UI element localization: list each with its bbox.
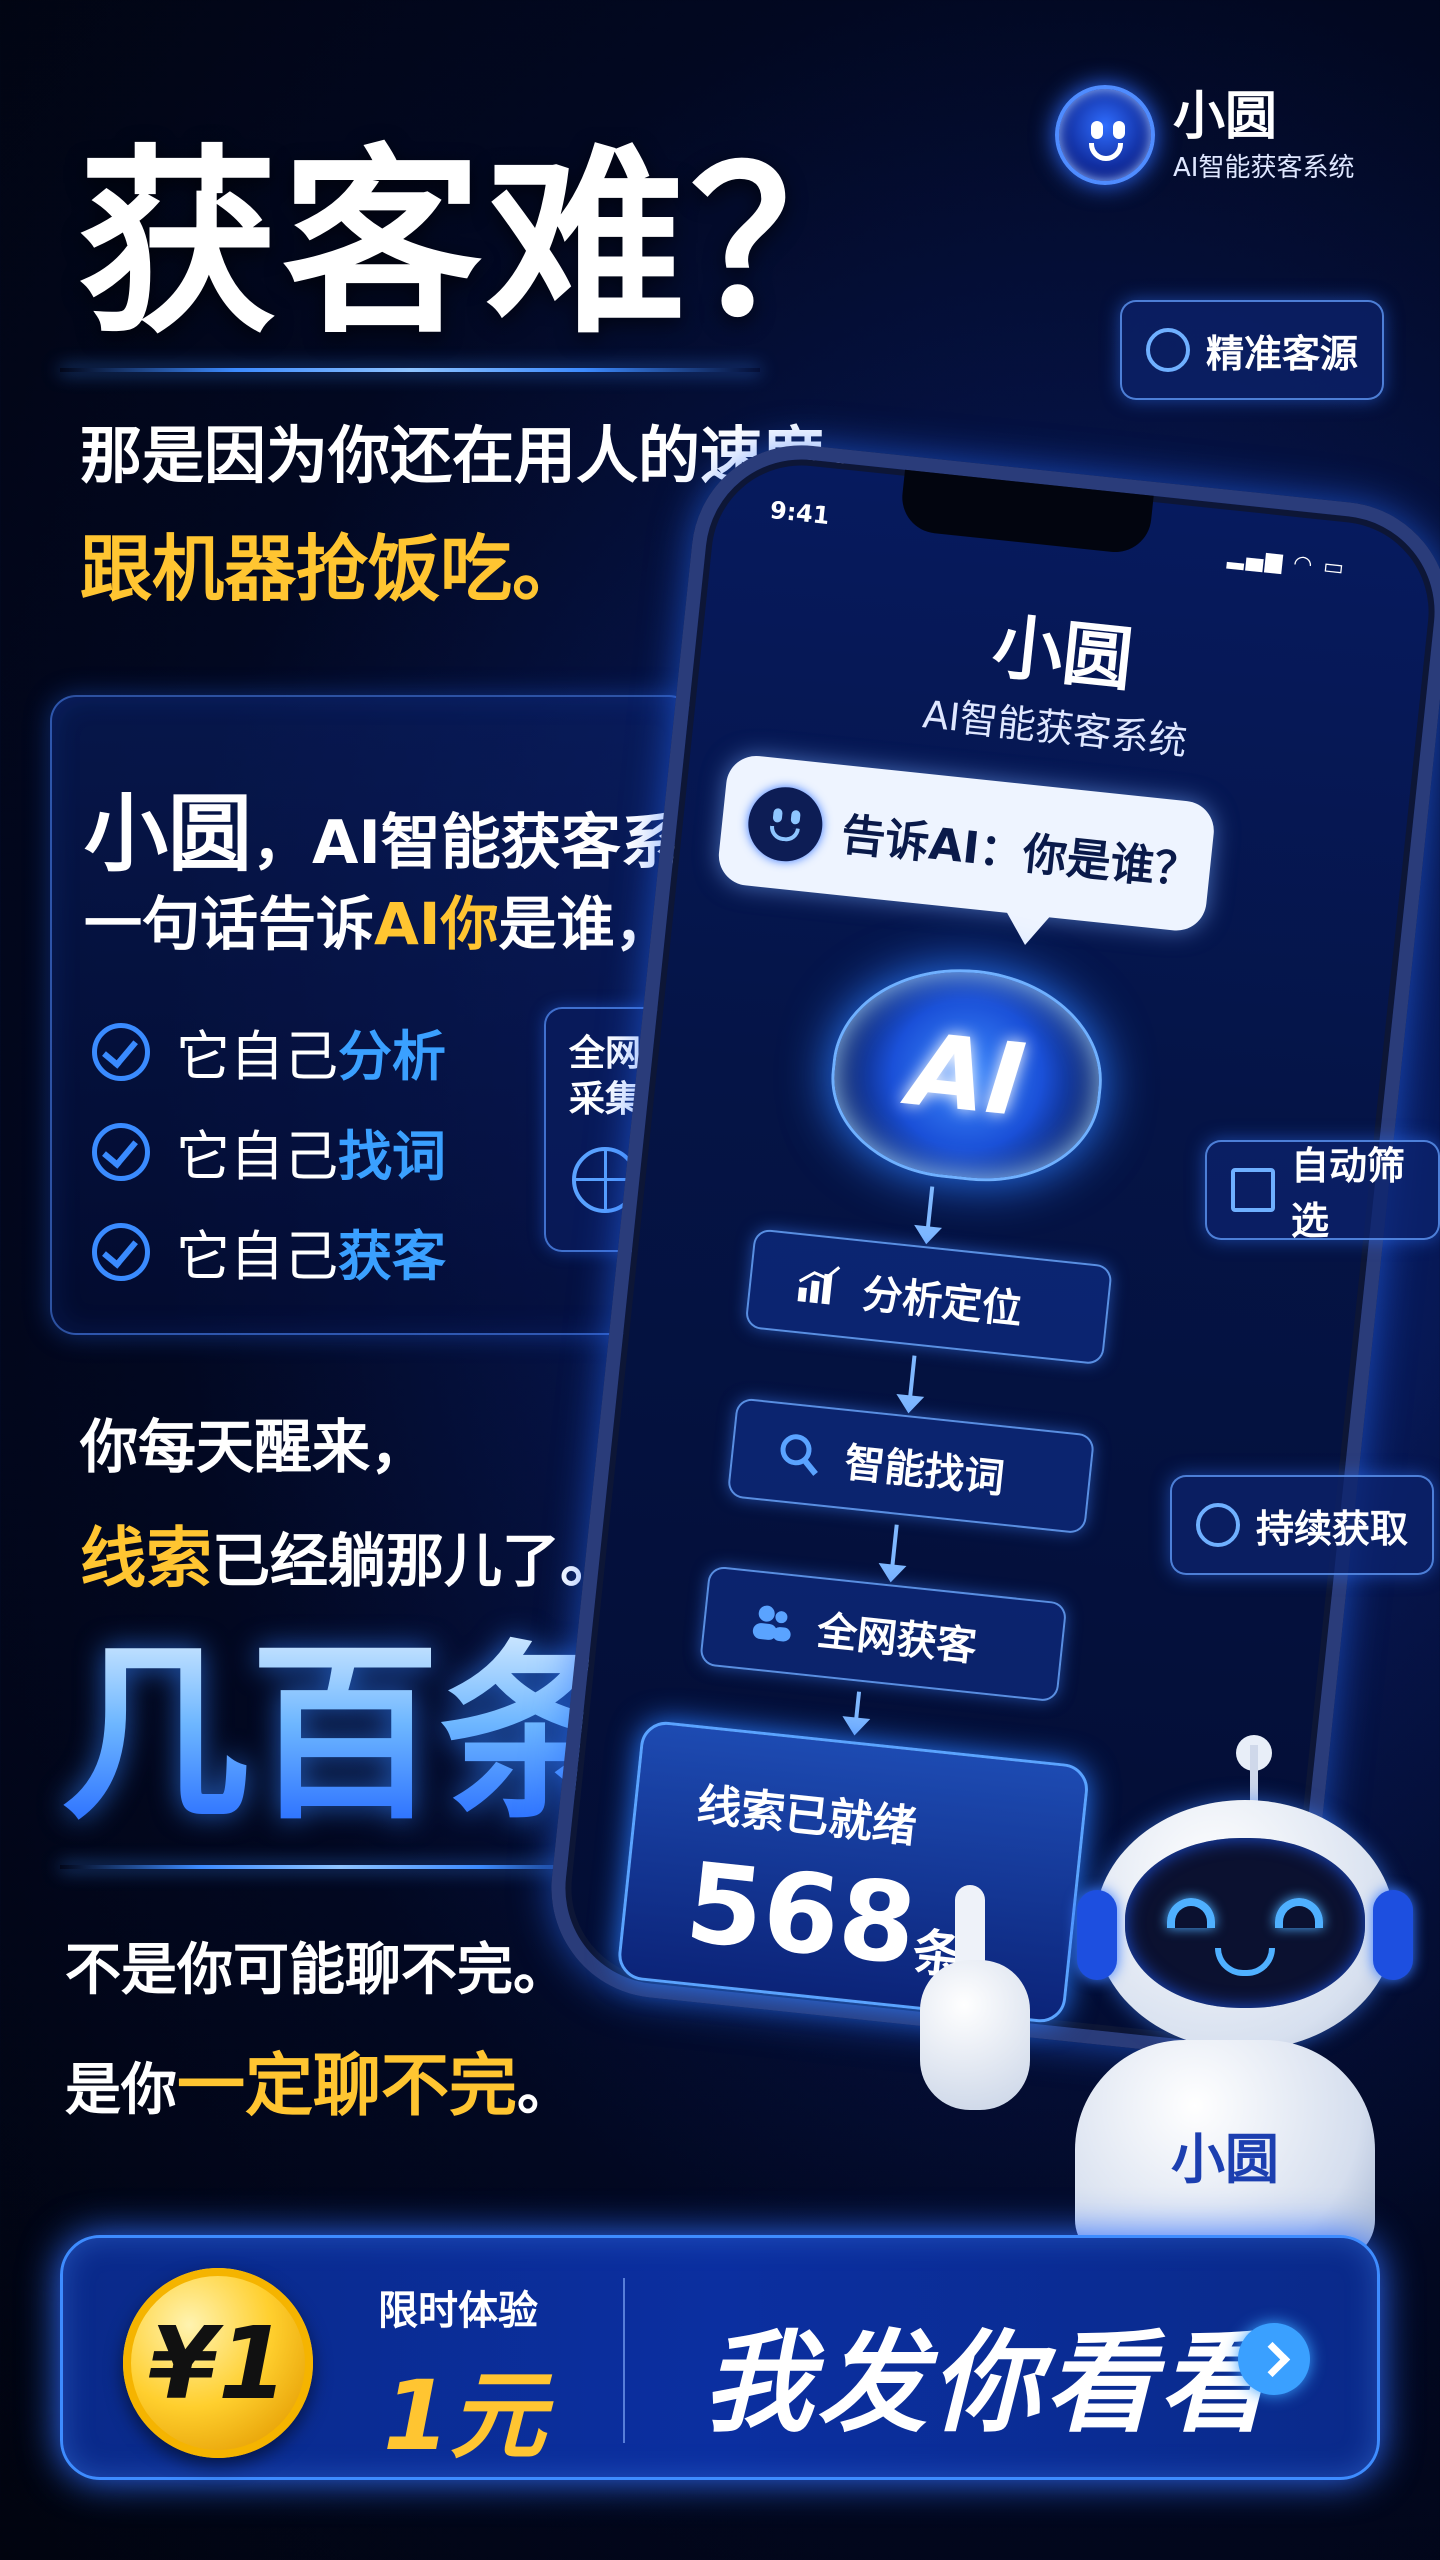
check-item-acquire: 它自己获客 bbox=[92, 1212, 446, 1291]
check-circle-icon bbox=[92, 1022, 150, 1081]
step-analyze[interactable]: 分析定位 bbox=[744, 1228, 1113, 1366]
robot-ear bbox=[1077, 1890, 1117, 1980]
smiley-logo-icon bbox=[1055, 85, 1155, 185]
status-icons: ▂▄▆ ◠ ▭ bbox=[1226, 544, 1348, 582]
cta-limited-label: 限时体验 bbox=[378, 2288, 538, 2334]
users-icon bbox=[748, 1598, 796, 1646]
robot-ear bbox=[1373, 1890, 1413, 1980]
bottom-line-2: 是你一定聊不完。 bbox=[65, 2047, 574, 2126]
robot-mouth bbox=[1215, 1948, 1275, 1976]
check-circle-icon bbox=[92, 1122, 150, 1181]
robot-face-icon bbox=[744, 783, 826, 865]
robot-antenna-stem bbox=[1250, 1745, 1258, 1805]
result-count: 568 bbox=[680, 1838, 923, 1990]
tag-filter: 自动筛选 bbox=[1205, 1140, 1440, 1243]
coin-icon: ¥1 bbox=[123, 2268, 313, 2458]
card-line-2: 一句话告诉AI你是谁， bbox=[84, 890, 673, 958]
bottom-line-1: 不是你可能聊不完。 bbox=[65, 1938, 569, 2003]
refresh-icon bbox=[1196, 1503, 1240, 1547]
tag-continuous: 持续获取 bbox=[1170, 1475, 1435, 1575]
headline: 获客难？ bbox=[78, 128, 895, 361]
middle-line-1: 你每天醒来， bbox=[80, 1413, 429, 1481]
tag-precise: 精准客源 bbox=[1120, 300, 1385, 400]
brand-subtitle: AI智能获客系统 bbox=[1173, 152, 1355, 183]
hero-line-2: 跟机器抢饭吃。 bbox=[80, 527, 585, 611]
chevron-right-icon[interactable] bbox=[1238, 2323, 1310, 2395]
status-time: 9:41 bbox=[768, 495, 831, 531]
step-keywords[interactable]: 智能找词 bbox=[726, 1397, 1096, 1535]
middle-line-2: 线索已经躺那儿了。 bbox=[80, 1520, 619, 1597]
cta-action-button[interactable]: 我发你看看 bbox=[703, 2293, 1273, 2453]
step-acquire[interactable]: 全网获客 bbox=[698, 1565, 1068, 1703]
robot-face bbox=[1125, 1838, 1365, 2008]
cta-divider bbox=[623, 2278, 625, 2443]
flow-arrow bbox=[907, 1355, 917, 1400]
prompt-text: 告诉AI：你是谁？ bbox=[838, 809, 1201, 898]
target-icon bbox=[1146, 328, 1190, 372]
check-item-keywords: 它自己找词 bbox=[92, 1112, 446, 1191]
bar-chart-icon bbox=[793, 1261, 841, 1309]
flow-arrow bbox=[890, 1524, 899, 1569]
robot-arm bbox=[920, 1960, 1030, 2110]
robot-mascot-head bbox=[1077, 1800, 1413, 2050]
feature-card: 小圆，AI智能获客系统 一句话告诉AI你是谁， 它自己分析 它自己找词 它自己获… bbox=[50, 695, 741, 1335]
middle-divider bbox=[60, 1865, 620, 1869]
prompt-bubble[interactable]: 告诉AI：你是谁？ bbox=[715, 752, 1217, 934]
cta-banner[interactable]: ¥1 限时体验 1元 我发你看看 bbox=[60, 2235, 1380, 2480]
flow-arrow bbox=[853, 1691, 862, 1722]
check-item-analyze: 它自己分析 bbox=[92, 1012, 446, 1091]
headline-divider bbox=[60, 368, 760, 372]
flow-arrow bbox=[925, 1186, 935, 1231]
search-icon bbox=[775, 1430, 823, 1478]
check-circle-icon bbox=[92, 1222, 150, 1281]
phone-notch bbox=[898, 469, 1154, 556]
robot-label: 小圆 bbox=[1171, 2128, 1279, 2191]
card-title: 小圆，AI智能获客系统 bbox=[84, 785, 741, 883]
robot-eye bbox=[1275, 1898, 1323, 1928]
brand-name: 小圆 bbox=[1173, 86, 1278, 147]
robot-eye bbox=[1167, 1898, 1215, 1928]
ai-brain-icon: AI bbox=[821, 956, 1113, 1194]
brand-badge: 小圆 AI智能获客系统 bbox=[1055, 80, 1395, 190]
filter-icon bbox=[1231, 1168, 1275, 1212]
cta-price: 1元 bbox=[383, 2360, 546, 2472]
